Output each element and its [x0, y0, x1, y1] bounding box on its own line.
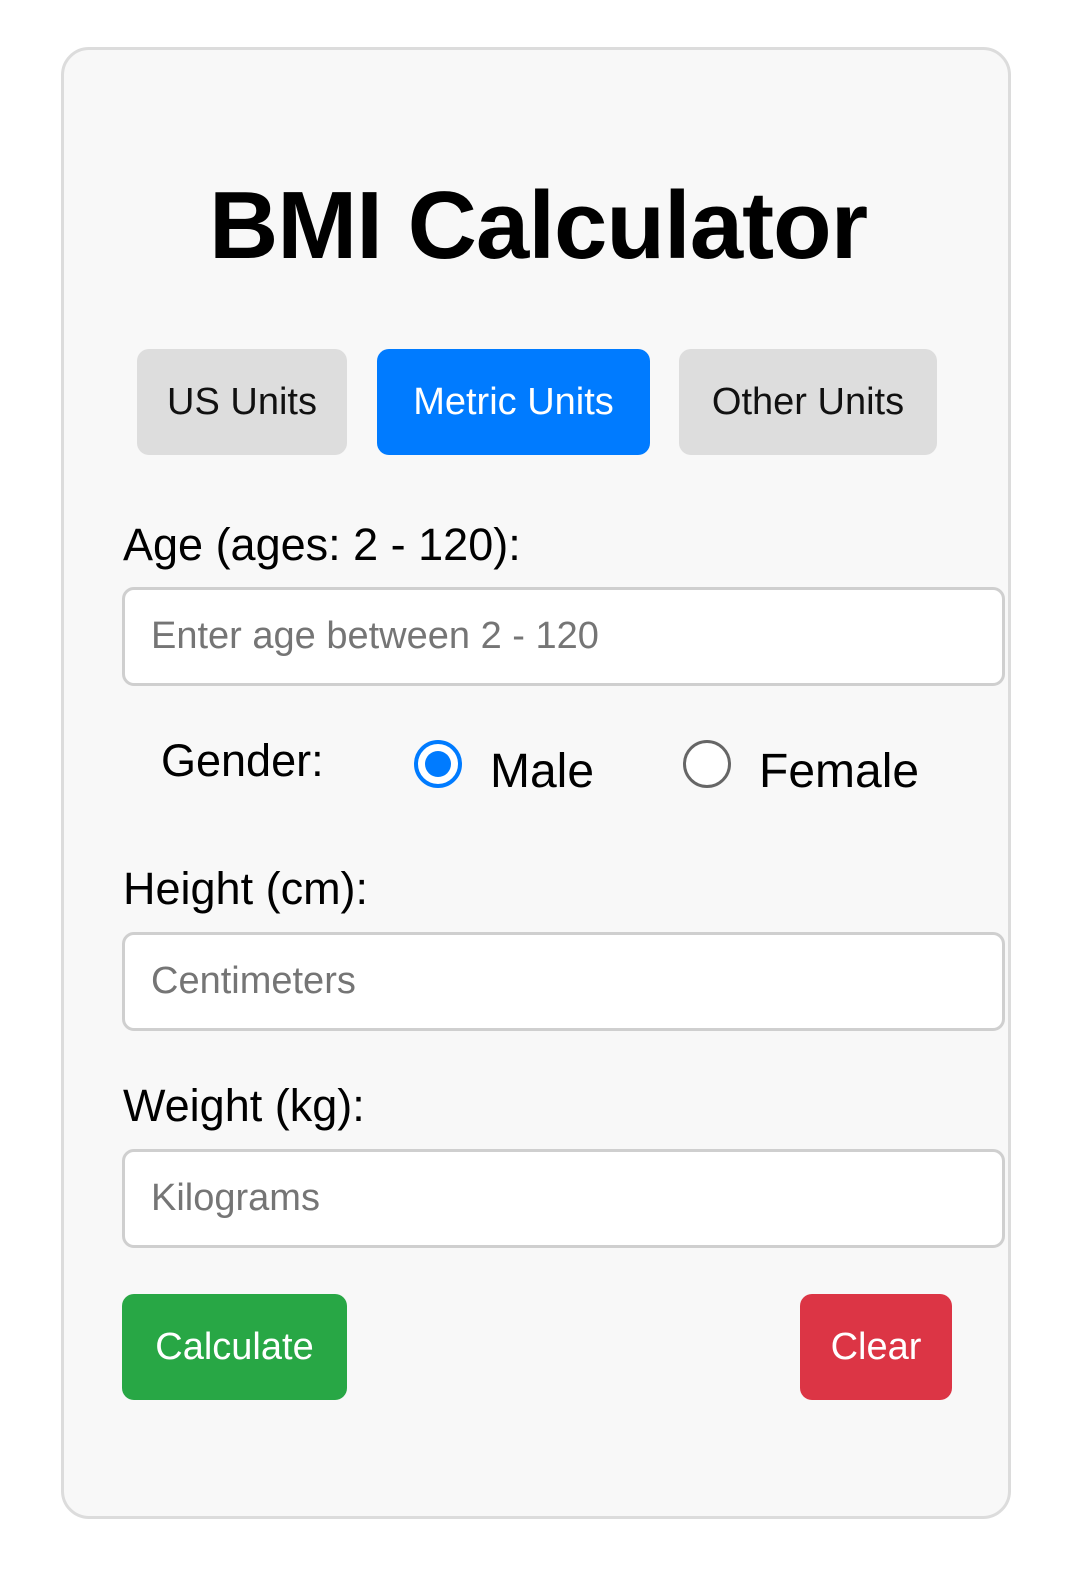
weight-input[interactable] [122, 1149, 1005, 1248]
tab-us-units[interactable]: US Units [137, 349, 347, 455]
page-title: BMI Calculator [208, 172, 868, 279]
height-label: Height (cm): [123, 863, 369, 914]
male-radio[interactable] [414, 740, 462, 788]
female-radio-label[interactable]: Female [759, 748, 919, 796]
clear-button[interactable]: Clear [800, 1294, 952, 1400]
age-label: Age (ages: 2 - 120): [123, 519, 521, 570]
female-radio[interactable] [683, 740, 731, 788]
calculate-button[interactable]: Calculate [122, 1294, 347, 1400]
age-input[interactable] [122, 587, 1005, 686]
weight-label: Weight (kg): [123, 1080, 365, 1131]
male-radio-label[interactable]: Male [490, 748, 594, 796]
gender-label: Gender: [161, 735, 324, 786]
height-input[interactable] [122, 932, 1005, 1031]
tab-metric-units[interactable]: Metric Units [377, 349, 650, 455]
tab-other-units[interactable]: Other Units [679, 349, 937, 455]
